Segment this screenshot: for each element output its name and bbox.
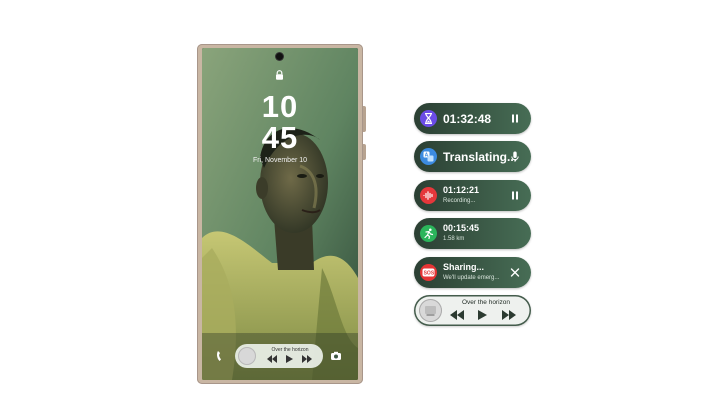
now-bar-workout[interactable]: 00:15:45 1.58 km: [414, 218, 531, 249]
album-art: [238, 347, 256, 365]
volume-button: [363, 106, 366, 132]
recording-status: Recording...: [443, 198, 476, 204]
hourglass-icon: [420, 110, 437, 127]
running-icon: [420, 225, 437, 242]
rewind-icon[interactable]: [267, 355, 277, 363]
timer-value: 01:32:48: [443, 112, 492, 126]
now-bar-translate[interactable]: A Translating...: [414, 141, 531, 172]
svg-text:A: A: [425, 153, 429, 159]
translate-icon: A: [420, 148, 437, 165]
lockscreen-date: Fri, November 10: [252, 157, 308, 164]
now-bar-emergency-sharing[interactable]: SOS Sharing... We'll update emerg...: [414, 257, 531, 288]
close-icon[interactable]: [509, 266, 521, 279]
workout-duration: 00:15:45: [443, 223, 480, 233]
phone-device: 10 45 Fri, November 10 Over the horizon: [197, 44, 366, 384]
now-bar-timer[interactable]: 01:32:48: [414, 103, 531, 134]
play-icon[interactable]: [478, 310, 487, 320]
workout-distance: 1.58 km: [443, 236, 465, 242]
media-title: Over the horizon: [271, 347, 309, 353]
front-camera: [276, 53, 283, 60]
phone-shortcut-icon[interactable]: [216, 350, 226, 362]
pause-icon[interactable]: [509, 189, 521, 202]
camera-shortcut-icon[interactable]: [330, 350, 342, 362]
translate-status: Translating...: [443, 150, 518, 164]
pause-icon[interactable]: [509, 112, 521, 125]
clock-minutes: 45: [261, 120, 299, 155]
play-icon[interactable]: [286, 355, 293, 363]
sharing-message: We'll update emerg...: [443, 275, 500, 281]
waveform-icon: [420, 187, 437, 204]
lock-icon: [276, 70, 283, 80]
recording-time: 01:12:21: [443, 185, 480, 195]
fast-forward-icon[interactable]: [302, 355, 312, 363]
fast-forward-icon[interactable]: [502, 310, 516, 320]
album-art: [419, 299, 442, 322]
clock-hours: 10: [261, 89, 299, 124]
svg-text:SOS: SOS: [424, 271, 435, 277]
lock-screen: 10 45 Fri, November 10 Over the horizon: [202, 48, 358, 380]
power-button: [363, 144, 366, 160]
rewind-icon[interactable]: [450, 310, 464, 320]
sharing-status: Sharing...: [443, 262, 485, 272]
sos-icon: SOS: [420, 264, 437, 281]
now-bar-media[interactable]: Over the horizon: [414, 295, 531, 326]
now-bar-recording[interactable]: 01:12:21 Recording...: [414, 180, 531, 211]
media-title: Over the horizon: [461, 299, 511, 306]
microphone-icon[interactable]: [509, 150, 521, 163]
lockscreen-now-bar-media[interactable]: Over the horizon: [235, 344, 323, 368]
